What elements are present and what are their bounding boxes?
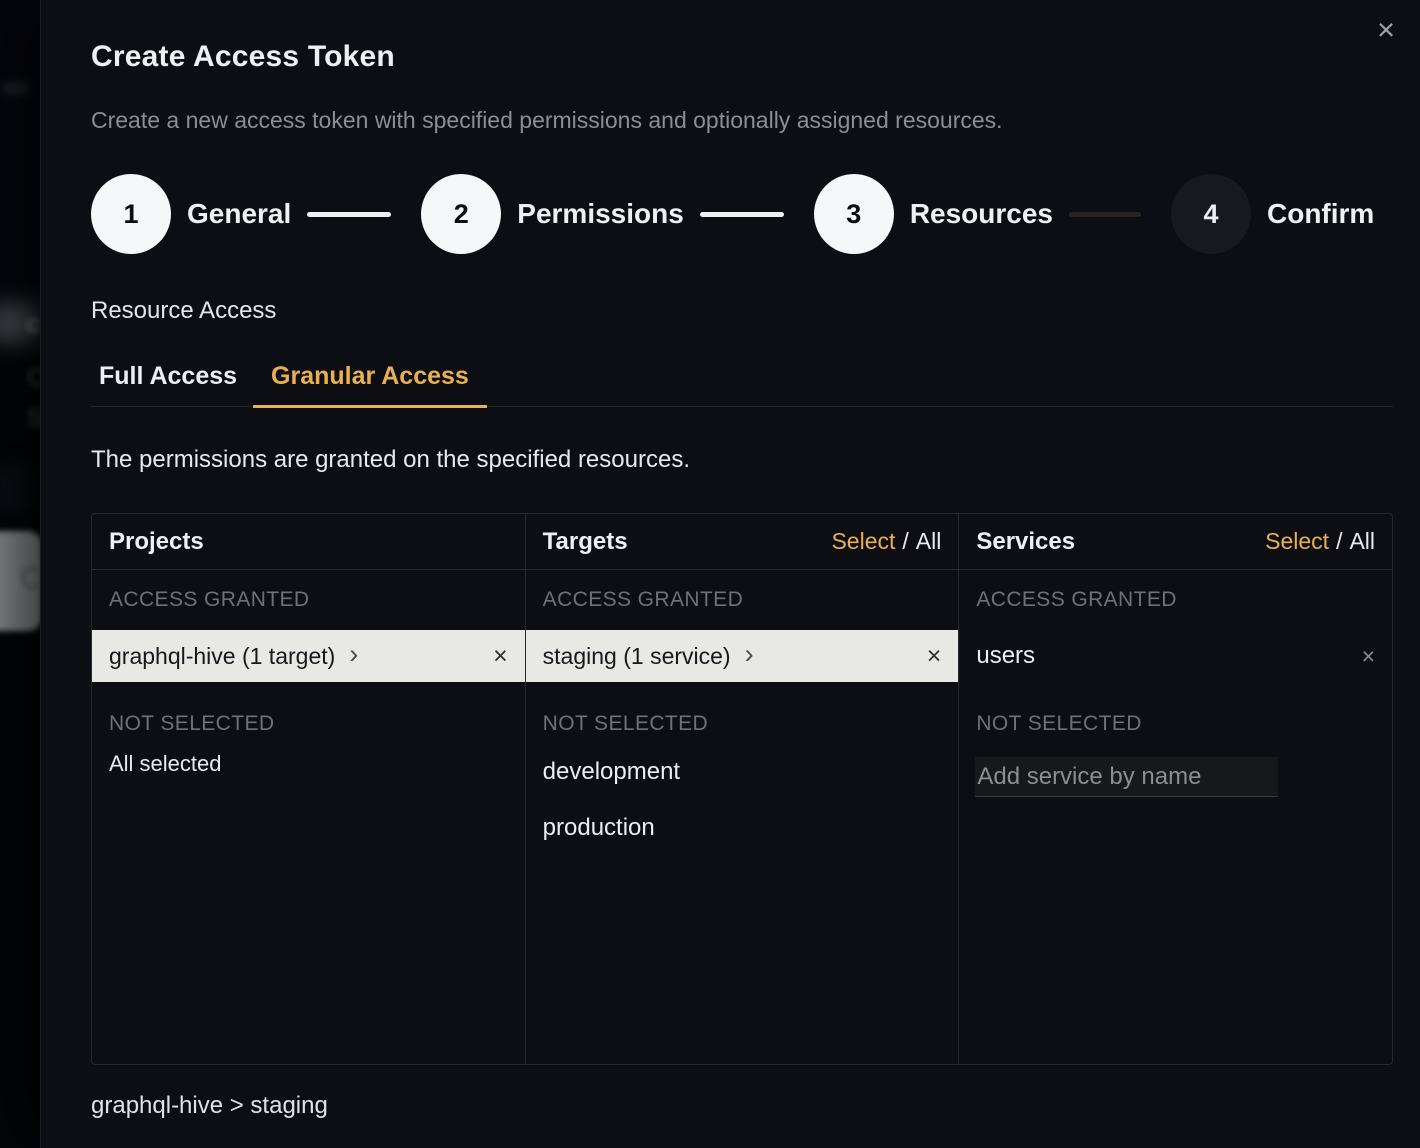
select-all-separator: / xyxy=(902,528,908,554)
step-connector xyxy=(307,212,391,217)
wizard-stepper: 1 General 2 Permissions 3 Resources 4 Co… xyxy=(91,174,1374,254)
step-label-resources: Resources xyxy=(910,198,1053,230)
targets-select-all: Select / All xyxy=(831,528,941,555)
breadcrumb: graphql-hive > staging xyxy=(91,1092,328,1120)
step-circle-confirm: 4 xyxy=(1171,174,1251,254)
targets-access-granted-label: ACCESS GRANTED xyxy=(526,570,959,630)
step-connector xyxy=(700,212,784,217)
dialog-subtitle: Create a new access token with specified… xyxy=(91,107,1003,134)
step-label-confirm: Confirm xyxy=(1267,198,1374,230)
chevron-right-icon: › xyxy=(745,641,754,672)
services-access-granted-label: ACCESS GRANTED xyxy=(959,570,1392,630)
remove-icon[interactable]: × xyxy=(493,644,508,669)
access-mode-tabs: Full Access Granular Access xyxy=(91,356,1393,407)
target-item-development[interactable]: development xyxy=(526,744,959,800)
background-page: c C S C xyxy=(0,0,40,1148)
granular-access-description: The permissions are granted on the speci… xyxy=(91,446,690,474)
projects-column-header: Projects xyxy=(92,514,525,570)
targets-column-title: Targets xyxy=(543,528,628,556)
dialog-title: Create Access Token xyxy=(91,40,395,74)
add-service-input[interactable] xyxy=(975,757,1278,797)
services-select-link[interactable]: Select xyxy=(1265,528,1329,554)
target-item-production[interactable]: production xyxy=(526,800,959,856)
target-granted-label: staging (1 service) xyxy=(543,643,731,670)
step-circle-resources: 3 xyxy=(814,174,894,254)
step-label-permissions: Permissions xyxy=(517,198,684,230)
tab-granular-access[interactable]: Granular Access xyxy=(253,356,487,408)
services-all-link[interactable]: All xyxy=(1349,528,1375,554)
service-granted-label: users xyxy=(976,642,1035,670)
remove-icon[interactable]: × xyxy=(1362,645,1375,668)
step-connector xyxy=(1069,212,1141,217)
project-granted-row[interactable]: graphql-hive (1 target) › × xyxy=(92,630,525,682)
projects-all-selected-note: All selected xyxy=(92,744,525,784)
step-circle-permissions: 2 xyxy=(421,174,501,254)
projects-not-selected-label: NOT SELECTED xyxy=(92,704,525,744)
step-circle-general: 1 xyxy=(91,174,171,254)
close-icon[interactable]: × xyxy=(1368,12,1404,48)
chevron-right-icon: › xyxy=(349,641,358,672)
tab-full-access[interactable]: Full Access xyxy=(91,356,245,408)
target-granted-row[interactable]: staging (1 service) › × xyxy=(526,630,959,682)
service-granted-row: users × xyxy=(959,630,1392,682)
targets-column: Targets Select / All ACCESS GRANTED stagin… xyxy=(526,514,960,1064)
targets-column-header: Targets Select / All xyxy=(526,514,959,570)
remove-icon[interactable]: × xyxy=(927,644,942,669)
projects-column-title: Projects xyxy=(109,528,204,556)
modal-overlay xyxy=(0,0,40,1148)
select-all-separator: / xyxy=(1336,528,1342,554)
targets-select-link[interactable]: Select xyxy=(831,528,895,554)
services-column-header: Services Select / All xyxy=(959,514,1392,570)
create-access-token-dialog: × Create Access Token Create a new acces… xyxy=(40,0,1420,1148)
resource-selector-table: Projects ACCESS GRANTED graphql-hive (1 … xyxy=(91,513,1393,1065)
targets-not-selected-label: NOT SELECTED xyxy=(526,704,959,744)
screen: c C S C × Create Access Token Create a n… xyxy=(0,0,1420,1148)
targets-all-link[interactable]: All xyxy=(916,528,942,554)
services-select-all: Select / All xyxy=(1265,528,1375,555)
projects-column: Projects ACCESS GRANTED graphql-hive (1 … xyxy=(92,514,526,1064)
step-label-general: General xyxy=(187,198,291,230)
services-column: Services Select / All ACCESS GRANTED users… xyxy=(959,514,1392,1064)
projects-access-granted-label: ACCESS GRANTED xyxy=(92,570,525,630)
project-granted-label: graphql-hive (1 target) xyxy=(109,643,335,670)
services-column-title: Services xyxy=(976,528,1075,556)
services-not-selected-label: NOT SELECTED xyxy=(959,704,1392,744)
resource-access-heading: Resource Access xyxy=(91,297,276,325)
